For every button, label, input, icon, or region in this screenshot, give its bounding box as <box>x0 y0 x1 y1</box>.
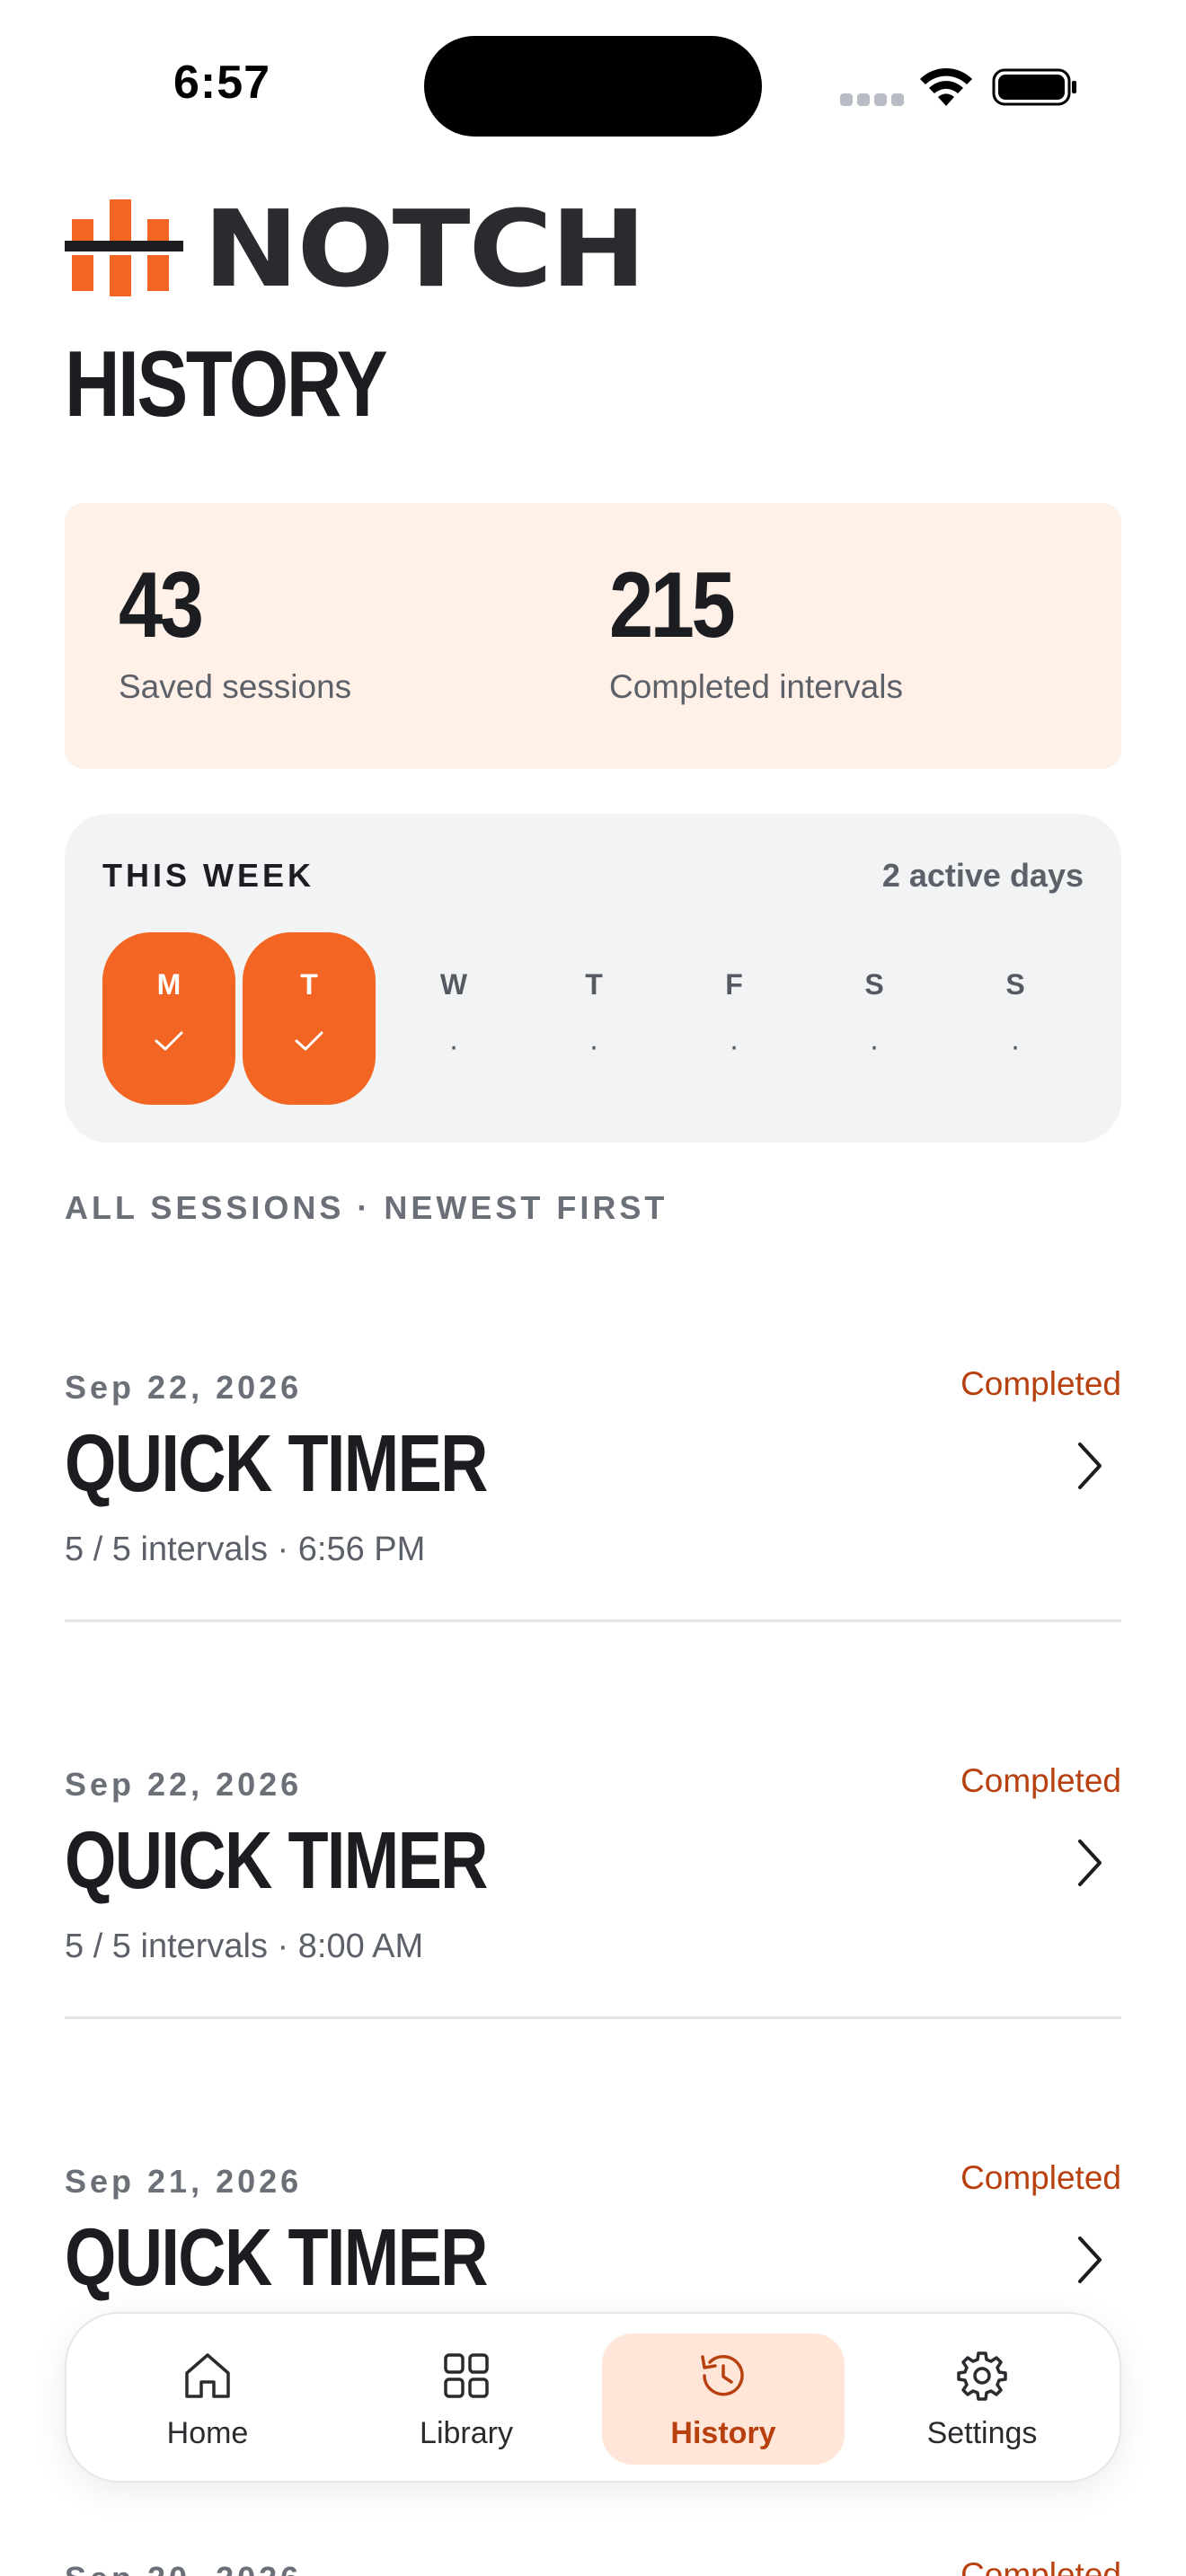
tab-label: Settings <box>926 2416 1038 2450</box>
day-letter: M <box>156 968 181 1001</box>
session-name: QUICK TIMER <box>65 1419 488 1509</box>
session-date: Sep 22, 2026 <box>65 1369 303 1406</box>
stat-label: Completed intervals <box>609 668 903 705</box>
notch-logo-icon <box>65 199 183 296</box>
day-letter: S <box>864 968 884 1001</box>
history-screen: 6:57 NOTCH HISTORY 43 Saved sessions 215… <box>0 0 1186 2576</box>
tab-library[interactable]: Library <box>345 2333 588 2465</box>
tab-label: Library <box>420 2416 513 2450</box>
tab-settings[interactable]: Settings <box>861 2333 1103 2465</box>
stat-value: 43 <box>119 553 204 657</box>
day-mark: · <box>1010 1029 1021 1063</box>
history-icon <box>701 2355 744 2396</box>
session-status: Completed <box>960 2159 1121 2196</box>
chevron-right-icon <box>1078 1839 1102 1886</box>
session-name: QUICK TIMER <box>65 1816 488 1906</box>
day-mark: · <box>869 1029 880 1063</box>
week-title: THIS WEEK <box>102 857 315 894</box>
day-mark: · <box>448 1029 459 1063</box>
cellular-signal-icon <box>840 93 904 106</box>
session-date: Sep 21, 2026 <box>65 2163 303 2200</box>
stat-value: 215 <box>609 553 736 657</box>
brand-name: NOTCH <box>203 187 646 311</box>
tab-bar: Home Library History Settings <box>65 2312 1121 2483</box>
brand-logo: NOTCH <box>65 196 646 302</box>
sessions-section-header: ALL SESSIONS · NEWEST FIRST <box>65 1189 668 1226</box>
session-status: Completed <box>960 1365 1121 1402</box>
day-sunday[interactable]: S · <box>949 932 1082 1105</box>
day-mark: · <box>589 1029 599 1063</box>
gear-icon <box>957 2351 1007 2401</box>
tab-history[interactable]: History <box>602 2333 845 2465</box>
check-icon <box>243 1029 376 1053</box>
tab-label: Home <box>166 2416 249 2450</box>
tab-home[interactable]: Home <box>86 2333 329 2465</box>
session-row[interactable]: Sep 22, 2026 Completed QUICK TIMER 5 / 5… <box>65 1225 1121 1622</box>
session-date: Sep 22, 2026 <box>65 1766 303 1803</box>
session-meta: 5 / 5 intervals · 6:56 PM <box>65 1531 426 1568</box>
grid-icon <box>444 2353 489 2398</box>
day-friday[interactable]: F · <box>668 932 801 1105</box>
page-title: HISTORY <box>65 332 388 437</box>
status-bar: 6:57 <box>0 0 1186 153</box>
active-days-count: 2 active days <box>881 857 1084 894</box>
stat-label: Saved sessions <box>119 668 352 705</box>
day-mark: · <box>729 1029 739 1063</box>
tab-label: History <box>670 2416 776 2450</box>
session-meta: 5 / 5 intervals · 8:00 AM <box>65 1928 424 1965</box>
chevron-right-icon <box>1078 1442 1102 1489</box>
stat-saved-sessions: 43 Saved sessions <box>119 555 351 706</box>
status-time: 6:57 <box>173 57 271 109</box>
stats-card: 43 Saved sessions 215 Completed interval… <box>65 503 1121 769</box>
wifi-icon <box>920 67 972 106</box>
session-row[interactable]: Sep 22, 2026 Completed QUICK TIMER 5 / 5… <box>65 1622 1121 2019</box>
check-icon <box>102 1029 235 1053</box>
day-saturday[interactable]: S · <box>808 932 941 1105</box>
day-thursday[interactable]: T · <box>527 932 660 1105</box>
session-name: QUICK TIMER <box>65 2213 488 2303</box>
session-status: Completed <box>960 1762 1121 1799</box>
day-letter: S <box>1005 968 1025 1001</box>
day-wednesday[interactable]: W · <box>387 932 520 1105</box>
battery-icon <box>992 68 1076 106</box>
day-letter: T <box>300 968 318 1001</box>
day-tuesday[interactable]: T <box>243 932 376 1105</box>
session-date: Sep 20, 2026 <box>65 2560 302 2576</box>
stat-completed-intervals: 215 Completed intervals <box>609 555 903 706</box>
day-monday[interactable]: M <box>102 932 235 1105</box>
chevron-right-icon <box>1078 2236 1102 2283</box>
this-week-card: THIS WEEK 2 active days M T W · T · F · <box>65 814 1121 1142</box>
day-letter: F <box>725 968 743 1001</box>
home-icon <box>185 2353 230 2398</box>
day-letter: T <box>585 968 603 1001</box>
dynamic-island <box>424 36 762 137</box>
session-status: Completed <box>960 2556 1121 2576</box>
day-letter: W <box>439 968 468 1001</box>
